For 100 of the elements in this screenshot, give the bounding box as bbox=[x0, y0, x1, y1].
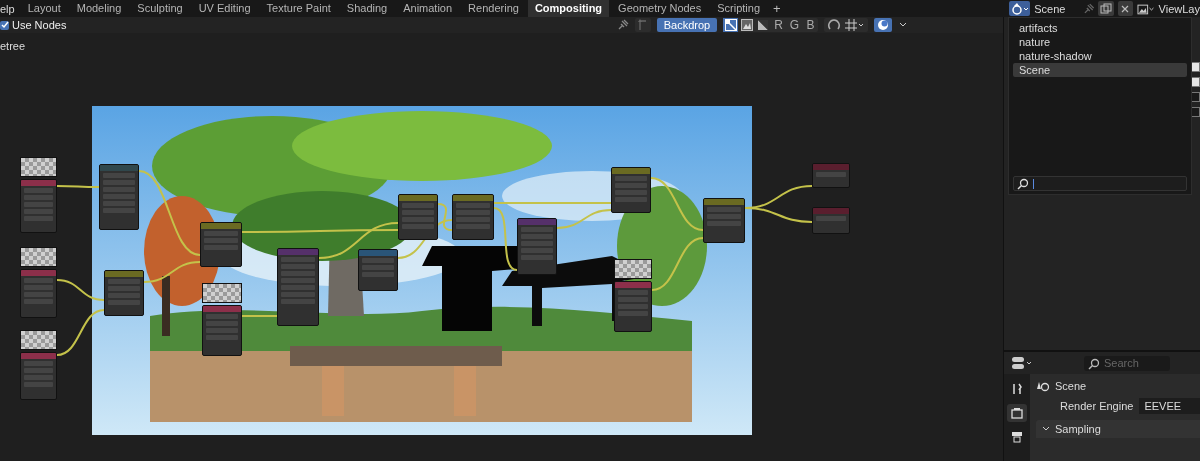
close-icon bbox=[1120, 3, 1131, 14]
workspace-tab[interactable]: Modeling bbox=[69, 0, 129, 17]
workspace-tab[interactable]: Scripting bbox=[710, 0, 768, 17]
image-thumbnail bbox=[202, 283, 242, 303]
node-header[interactable] bbox=[21, 180, 56, 186]
node-header[interactable] bbox=[21, 270, 56, 276]
use-nodes-checkbox[interactable]: Use Nodes bbox=[0, 19, 67, 31]
image-thumbnail bbox=[20, 157, 57, 177]
workspace-tab[interactable]: Animation bbox=[396, 0, 460, 17]
workspace-tab[interactable]: Rendering bbox=[461, 0, 526, 17]
scene-menu-item[interactable]: nature-shadow bbox=[1013, 49, 1187, 63]
node-card[interactable] bbox=[99, 164, 139, 230]
node-link bbox=[57, 185, 100, 188]
workspace-tab[interactable]: UV Editing bbox=[191, 0, 258, 17]
node-card[interactable] bbox=[200, 222, 242, 267]
checkmark-icon bbox=[0, 21, 9, 29]
channel-toggle[interactable]: R bbox=[771, 18, 786, 32]
workspace-tab[interactable]: Shading bbox=[339, 0, 395, 17]
field-label: Render Engine bbox=[1060, 400, 1134, 412]
node-link bbox=[651, 237, 704, 291]
node-link bbox=[57, 309, 105, 356]
workspace-tab[interactable]: Layout bbox=[20, 0, 68, 17]
image-stack-icon[interactable] bbox=[1137, 2, 1155, 15]
node-link bbox=[493, 207, 518, 271]
magnet-icon[interactable] bbox=[827, 19, 841, 31]
node-header[interactable] bbox=[203, 306, 241, 312]
node-card[interactable] bbox=[20, 352, 57, 400]
node-card[interactable] bbox=[277, 248, 319, 326]
node-header[interactable] bbox=[704, 199, 744, 205]
search-field[interactable]: Search bbox=[1084, 355, 1170, 371]
scene-menu-item[interactable]: artifacts bbox=[1013, 21, 1187, 35]
printer-icon bbox=[1011, 431, 1023, 443]
node-header[interactable] bbox=[813, 208, 849, 214]
scene-selector-button[interactable] bbox=[1009, 1, 1031, 16]
search-icon bbox=[1088, 357, 1100, 370]
node-header[interactable] bbox=[100, 165, 138, 171]
node-tree-path: etree bbox=[0, 39, 27, 52]
node-header[interactable] bbox=[612, 168, 650, 174]
render-engine-dropdown[interactable]: EEVEE bbox=[1139, 398, 1200, 414]
node-card[interactable] bbox=[20, 269, 57, 318]
node-card[interactable] bbox=[614, 281, 652, 332]
node-card[interactable] bbox=[104, 270, 144, 316]
backdrop-toggle[interactable]: Backdrop bbox=[657, 18, 717, 32]
workspace-tab[interactable]: Geometry Nodes bbox=[611, 0, 709, 17]
node-link bbox=[57, 279, 105, 301]
workspace-tab[interactable]: Sculpting bbox=[130, 0, 190, 17]
copy-scene-button[interactable] bbox=[1098, 1, 1114, 16]
node-header[interactable] bbox=[518, 219, 556, 225]
add-workspace-button[interactable]: + bbox=[767, 1, 787, 16]
workspace-tab[interactable]: Texture Paint bbox=[259, 0, 338, 17]
grid-snap-icon[interactable] bbox=[845, 19, 865, 31]
node-card[interactable] bbox=[611, 167, 651, 213]
copy-icon bbox=[1100, 2, 1112, 15]
node-header[interactable] bbox=[278, 249, 318, 255]
chevron-icon bbox=[1041, 425, 1051, 433]
parent-node-tree-button[interactable] bbox=[635, 18, 651, 32]
node-header[interactable] bbox=[359, 250, 397, 256]
node-card[interactable] bbox=[812, 207, 850, 234]
node-link bbox=[556, 209, 612, 229]
node-header[interactable] bbox=[105, 271, 143, 277]
panel-header[interactable]: Sampling bbox=[1036, 420, 1200, 438]
node-header[interactable] bbox=[615, 282, 651, 288]
channel-toggle[interactable]: B bbox=[803, 18, 818, 32]
node-card[interactable] bbox=[202, 305, 242, 356]
help-menu[interactable]: elp bbox=[0, 2, 19, 15]
node-header[interactable] bbox=[21, 353, 56, 359]
search-field[interactable] bbox=[1013, 176, 1187, 191]
node-card[interactable] bbox=[398, 194, 438, 240]
image-thumbnail bbox=[614, 259, 652, 279]
tools-icon bbox=[1011, 383, 1023, 395]
node-card[interactable] bbox=[20, 179, 57, 233]
pin-icon[interactable] bbox=[1082, 2, 1095, 15]
image-thumbnail bbox=[20, 330, 57, 350]
view-layer-field[interactable]: ViewLay bbox=[1158, 2, 1200, 15]
node-card[interactable] bbox=[812, 163, 850, 188]
node-card[interactable] bbox=[703, 198, 745, 243]
node-header[interactable] bbox=[453, 195, 493, 201]
workspace-tab[interactable]: Compositing bbox=[527, 0, 610, 17]
close-button[interactable] bbox=[1117, 1, 1134, 16]
channel-toggle[interactable]: G bbox=[787, 18, 802, 32]
chevron-down-icon[interactable] bbox=[898, 21, 908, 29]
search-icon bbox=[1017, 177, 1029, 190]
node-card[interactable] bbox=[452, 194, 494, 240]
editor-type-button[interactable] bbox=[1012, 357, 1034, 369]
node-link bbox=[241, 315, 278, 317]
node-card[interactable] bbox=[517, 218, 557, 275]
scene-name-field[interactable]: Scene bbox=[1034, 2, 1079, 15]
scene-icon bbox=[1036, 380, 1050, 392]
image-thumbnail bbox=[20, 247, 57, 267]
node-link bbox=[650, 177, 704, 231]
overlay-button[interactable] bbox=[874, 18, 892, 32]
node-card[interactable] bbox=[358, 249, 398, 291]
scene-menu-item[interactable]: Scene bbox=[1013, 63, 1187, 77]
scene-menu-item[interactable]: nature bbox=[1013, 35, 1187, 49]
pin-icon[interactable] bbox=[617, 19, 629, 31]
render-tab[interactable] bbox=[1007, 404, 1027, 422]
node-header[interactable] bbox=[201, 223, 241, 229]
node-header[interactable] bbox=[813, 164, 849, 170]
node-header[interactable] bbox=[399, 195, 437, 201]
node-link bbox=[143, 261, 201, 283]
